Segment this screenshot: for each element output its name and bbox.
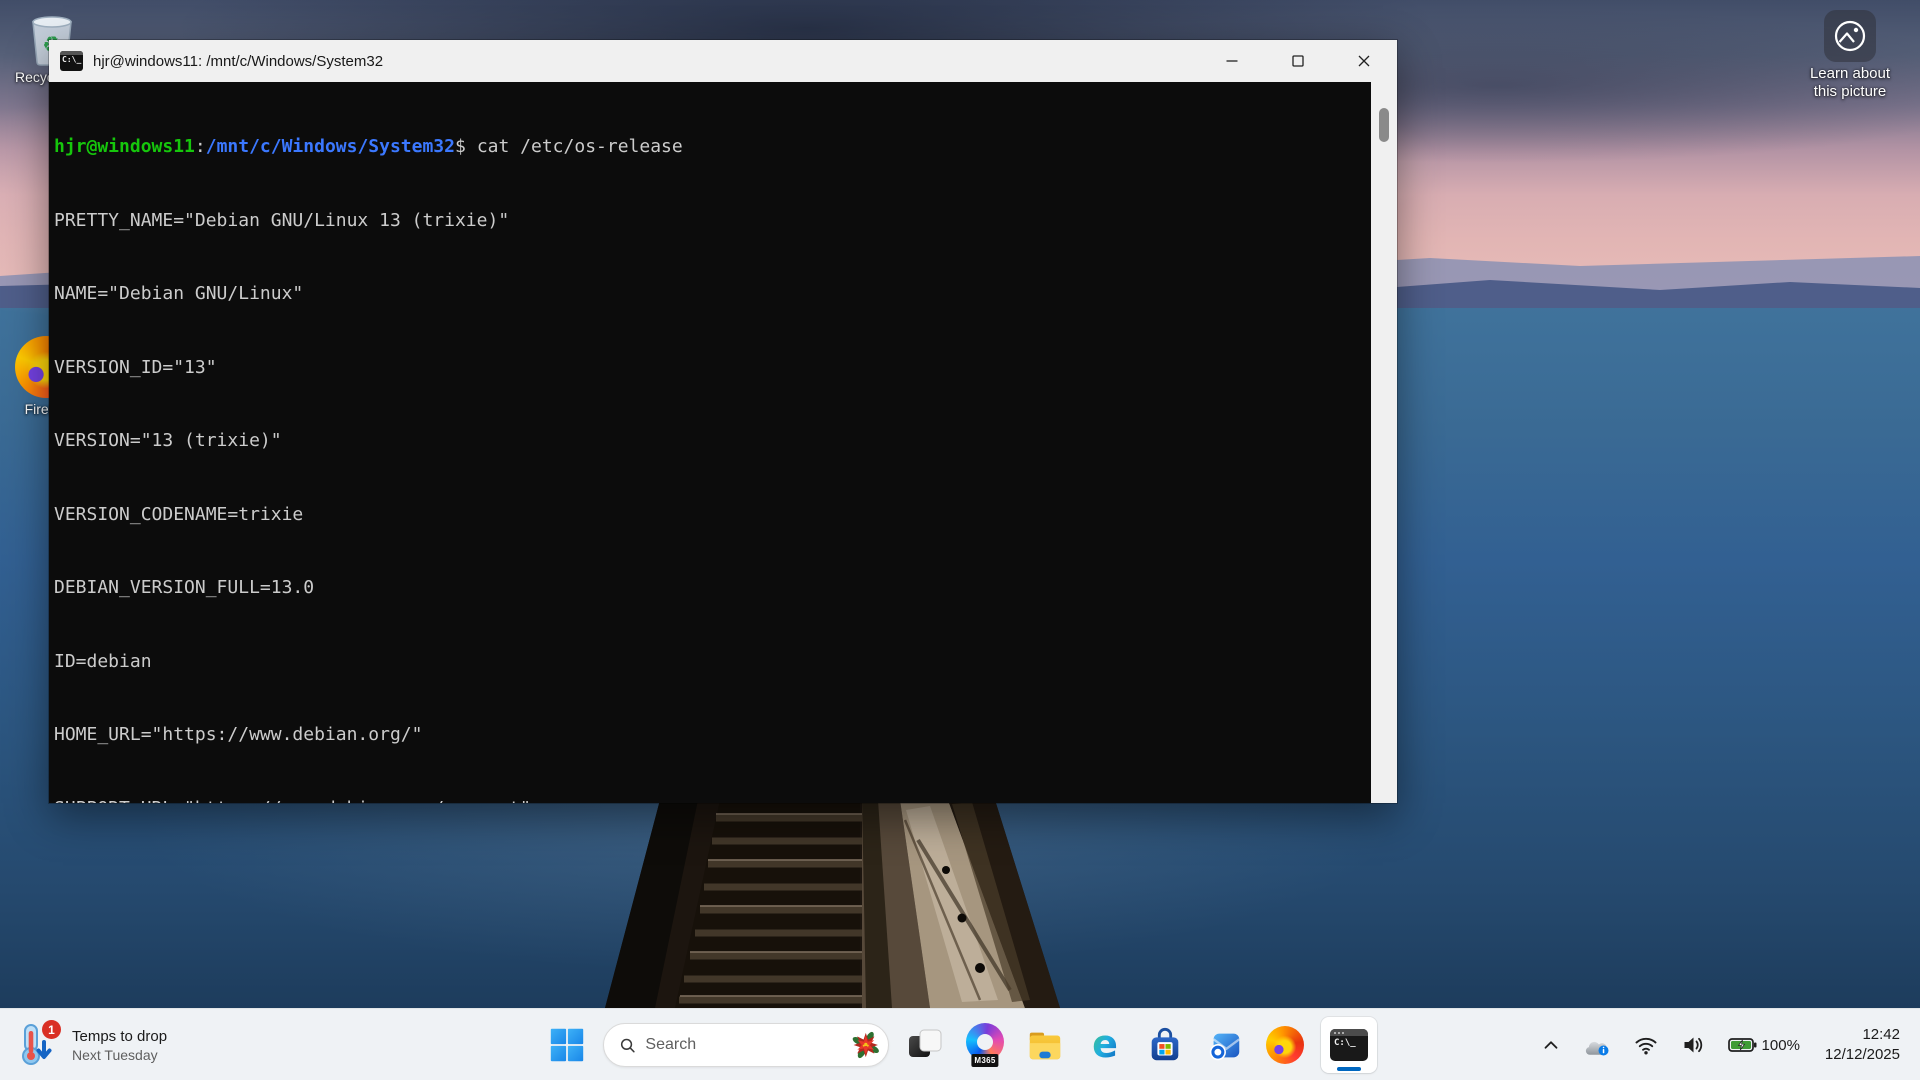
cmd-window-icon: C:\_	[60, 51, 83, 71]
microsoft-store-icon	[1146, 1026, 1184, 1064]
battery-percentage: 100%	[1762, 1037, 1800, 1054]
file-explorer-icon	[1026, 1026, 1064, 1064]
picture-icon	[1824, 10, 1876, 62]
terminal-line: VERSION_ID="13"	[54, 356, 1371, 381]
time: 12:42	[1825, 1025, 1900, 1045]
maximize-button[interactable]	[1265, 40, 1331, 82]
terminal-content[interactable]: hjr@windows11:/mnt/c/Windows/System32$ ca…	[49, 82, 1371, 803]
file-explorer-button[interactable]	[1021, 1017, 1069, 1073]
wooden-dock-graphic	[600, 800, 1060, 1008]
terminal-titlebar[interactable]: C:\_ hjr@windows11: /mnt/c/Windows/Syste…	[49, 40, 1397, 82]
system-tray: 100% 12:42 12/12/2025	[1536, 1009, 1920, 1080]
svg-text:e: e	[1092, 1025, 1118, 1065]
search-box[interactable]	[603, 1023, 889, 1067]
minimize-button[interactable]	[1199, 40, 1265, 82]
task-view-button[interactable]	[901, 1017, 949, 1073]
weather-subtitle: Next Tuesday	[72, 1047, 167, 1063]
chevron-up-icon	[1540, 1034, 1562, 1056]
firefox-button[interactable]	[1261, 1017, 1309, 1073]
terminal-line: SUPPORT_URL="https://www.debian.org/supp…	[54, 797, 1371, 804]
copilot-m365-button[interactable]: M365	[961, 1017, 1009, 1073]
edge-button[interactable]: e	[1081, 1017, 1129, 1073]
terminal-line: PRETTY_NAME="Debian GNU/Linux 13 (trixie…	[54, 209, 1371, 234]
hidden-icons-button[interactable]	[1536, 1028, 1566, 1062]
prompt-user: hjr@windows11	[54, 136, 195, 157]
window-title: hjr@windows11: /mnt/c/Windows/System32	[93, 53, 383, 70]
outlook-button[interactable]	[1201, 1017, 1249, 1073]
active-indicator	[1337, 1067, 1361, 1071]
onedrive-cloud-icon	[1585, 1034, 1611, 1056]
m365-badge: M365	[971, 1054, 998, 1067]
maximize-icon	[1291, 54, 1305, 68]
edge-icon: e	[1085, 1025, 1125, 1065]
scrollbar-thumb[interactable]	[1379, 108, 1389, 142]
taskbar: 1 Temps to drop Next Tuesday	[0, 1008, 1920, 1080]
close-icon	[1357, 54, 1371, 68]
weather-title: Temps to drop	[72, 1028, 167, 1045]
terminal-line: NAME="Debian GNU/Linux"	[54, 282, 1371, 307]
desktop: ♻ Recycle Bin Firefox Learn about this p…	[0, 0, 1920, 1080]
volume-button[interactable]	[1677, 1028, 1709, 1062]
poinsettia-icon	[852, 1028, 880, 1062]
outlook-icon	[1206, 1026, 1244, 1064]
task-view-icon	[907, 1027, 943, 1063]
close-button[interactable]	[1331, 40, 1397, 82]
terminal-line: HOME_URL="https://www.debian.org/"	[54, 723, 1371, 748]
learn-about-picture-widget[interactable]: Learn about this picture	[1794, 10, 1906, 100]
terminal-button[interactable]: C:\_	[1321, 1017, 1377, 1073]
learn-about-label-line1: Learn about	[1810, 65, 1890, 82]
firefox-icon	[1266, 1026, 1304, 1064]
taskbar-center-group: M365 e	[543, 1009, 1377, 1080]
minimize-icon	[1225, 54, 1239, 68]
prompt-symbol: $	[455, 136, 466, 157]
date: 12/12/2025	[1825, 1045, 1900, 1065]
terminal-window: C:\_ hjr@windows11: /mnt/c/Windows/Syste…	[49, 40, 1397, 803]
wifi-button[interactable]	[1630, 1028, 1662, 1062]
search-icon	[620, 1036, 635, 1055]
command-text: cat /etc/os-release	[477, 136, 683, 157]
onedrive-button[interactable]	[1581, 1028, 1615, 1062]
terminal-line-prompt-1: hjr@windows11:/mnt/c/Windows/System32$ ca…	[54, 135, 1371, 160]
terminal-scrollbar[interactable]	[1371, 82, 1397, 803]
microsoft-store-button[interactable]	[1141, 1017, 1189, 1073]
wifi-icon	[1634, 1034, 1658, 1056]
battery-icon	[1728, 1034, 1757, 1056]
clock[interactable]: 12:42 12/12/2025	[1819, 1021, 1906, 1069]
weather-widget[interactable]: 1 Temps to drop Next Tuesday	[6, 1009, 177, 1080]
terminal-line: VERSION_CODENAME=trixie	[54, 503, 1371, 528]
terminal-line: DEBIAN_VERSION_FULL=13.0	[54, 576, 1371, 601]
notification-badge: 1	[42, 1020, 61, 1039]
windows-logo-icon	[549, 1027, 585, 1063]
learn-about-label-line2: this picture	[1814, 83, 1887, 100]
prompt-path: /mnt/c/Windows/System32	[206, 136, 455, 157]
battery-status[interactable]: 100%	[1724, 1028, 1804, 1062]
terminal-line: VERSION="13 (trixie)"	[54, 429, 1371, 454]
terminal-icon: C:\_	[1330, 1029, 1368, 1061]
start-button[interactable]	[543, 1017, 591, 1073]
terminal-line: ID=debian	[54, 650, 1371, 675]
prompt-separator: :	[195, 136, 206, 157]
volume-icon	[1681, 1034, 1705, 1056]
search-input[interactable]	[645, 1036, 852, 1054]
